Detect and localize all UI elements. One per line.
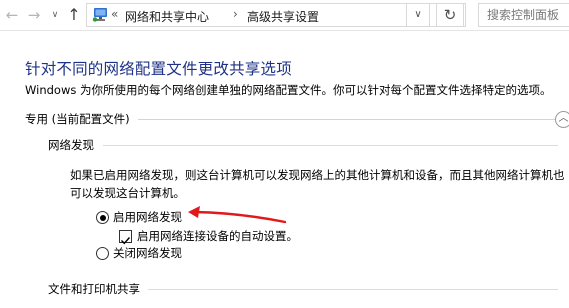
forward-arrow-icon[interactable]: → (24, 4, 44, 26)
profile-divider (138, 119, 558, 120)
collapse-chevron-icon[interactable]: ︿ (555, 111, 569, 128)
up-arrow-icon[interactable]: ↑ (64, 4, 84, 26)
back-arrow-icon[interactable]: ← (2, 4, 22, 26)
file-printer-sharing-heading: 文件和打印机共享 (48, 282, 140, 296)
address-dropdown-icon[interactable]: ∨ (406, 3, 430, 27)
profile-header-private[interactable]: 专用 (当前配置文件) (25, 111, 130, 127)
file-printer-sharing-divider (148, 289, 558, 290)
breadcrumb-network-sharing-center[interactable]: 网络和共享中心 (125, 8, 209, 25)
radio-button-unchecked[interactable] (96, 247, 109, 260)
checkbox-label-auto-setup[interactable]: 启用网络连接设备的自动设置。 (137, 228, 298, 244)
network-discovery-heading: 网络发现 (48, 138, 94, 152)
page-description: Windows 为你所使用的每个网络创建单独的网络配置文件。你可以针对每个配置文… (25, 83, 552, 97)
breadcrumb-advanced-sharing[interactable]: 高级共享设置 (247, 8, 319, 25)
recent-locations-chevron-icon[interactable]: ∨ (48, 4, 62, 26)
network-discovery-description: 如果已启用网络发现，则这台计算机可以发现网络上的其他计算机和设备，而且其他网络计… (70, 168, 565, 200)
refresh-icon[interactable]: ↻ (436, 3, 464, 27)
network-folder-icon (92, 7, 110, 23)
search-input[interactable]: 搜索控制面板 (478, 3, 569, 27)
breadcrumb-separator-icon[interactable]: › (233, 7, 238, 21)
address-navigation-bar: ← → ∨ ↑ « 网络和共享中心 › 高级共享设置 ∨ ↻ 搜索控制面板 (0, 0, 569, 31)
checkbox-checked[interactable] (119, 230, 132, 245)
page-title: 针对不同的网络配置文件更改共享选项 (25, 60, 292, 78)
radio-button-checked[interactable] (96, 211, 109, 224)
network-discovery-divider (103, 145, 558, 146)
breadcrumb-overflow-icon[interactable]: « (111, 7, 118, 21)
red-arrow-annotation (188, 206, 287, 224)
radio-label-disable[interactable]: 关闭网络发现 (113, 245, 182, 261)
radio-label-enable[interactable]: 启用网络发现 (113, 209, 182, 225)
